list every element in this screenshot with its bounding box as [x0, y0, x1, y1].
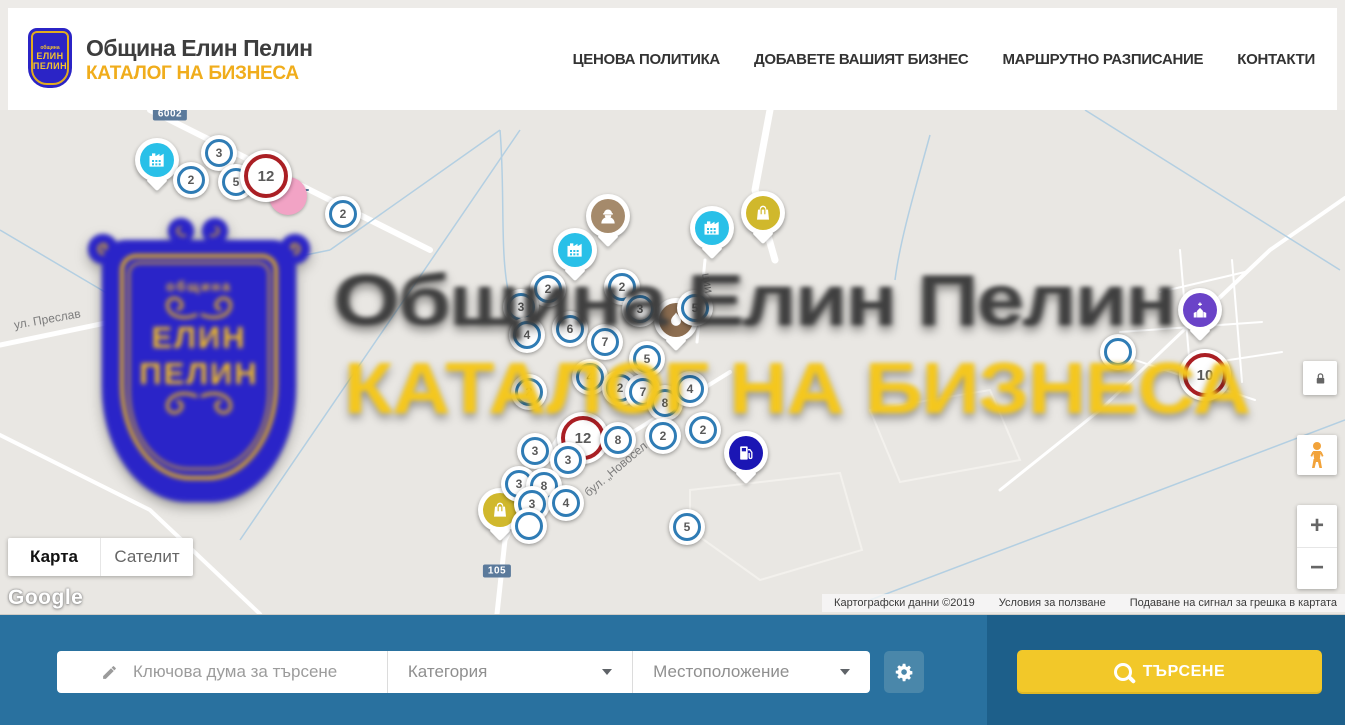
- nav-contacts[interactable]: КОНТАКТИ: [1237, 51, 1315, 68]
- cluster-marker[interactable]: 6: [552, 311, 588, 347]
- factory-icon: [702, 218, 722, 238]
- zoom-control: + −: [1297, 505, 1337, 589]
- cluster-marker[interactable]: 7: [587, 324, 623, 360]
- logo-line2: ПЕЛИН: [33, 62, 67, 71]
- search-fields-group: Категория Местоположение: [57, 651, 870, 693]
- nav-route-schedule[interactable]: МАРШРУТНО РАЗПИСАНИЕ: [1002, 51, 1203, 68]
- map-type-satellite-button[interactable]: Сателит: [100, 538, 193, 576]
- attribution-copyright: Картографски данни ©2019: [834, 597, 975, 609]
- search-icon: [1114, 663, 1132, 681]
- cluster-marker[interactable]: 2: [685, 412, 721, 448]
- lock-button[interactable]: [1303, 361, 1337, 395]
- cluster-marker[interactable]: 2: [325, 196, 361, 232]
- cluster-marker[interactable]: 4: [509, 317, 545, 353]
- pegman-icon: [1305, 441, 1329, 469]
- cluster-marker[interactable]: 3: [622, 291, 658, 327]
- church-icon: [1190, 300, 1210, 320]
- map-pin-fuel[interactable]: [724, 431, 768, 475]
- zoom-out-button[interactable]: −: [1297, 547, 1337, 590]
- search-button[interactable]: ТЪРСЕНЕ: [1017, 650, 1322, 694]
- map-pin-bag[interactable]: [741, 191, 785, 235]
- lock-icon: [1313, 371, 1328, 386]
- road-number-badge: 105: [483, 565, 511, 578]
- factory-icon: [147, 150, 167, 170]
- cluster-marker[interactable]: 5: [677, 290, 713, 326]
- cluster-marker[interactable]: 3: [517, 433, 553, 469]
- header: община ЕЛИН ПЕЛИН Община Елин Пелин КАТА…: [8, 8, 1337, 111]
- logo-top-text: община: [40, 46, 59, 51]
- pencil-icon: [101, 664, 118, 681]
- attribution-terms-link[interactable]: Условия за ползване: [999, 597, 1106, 609]
- map[interactable]: 6002105ул. Преславбул. „Новоселции325122…: [0, 110, 1345, 614]
- category-select-label: Категория: [408, 662, 487, 682]
- category-select[interactable]: Категория: [388, 651, 633, 693]
- search-bar: Категория Местоположение ТЪРСЕНЕ: [0, 614, 1345, 725]
- location-select-label: Местоположение: [653, 662, 789, 682]
- map-attribution: Картографски данни ©2019 Условия за полз…: [822, 594, 1345, 612]
- map-type-control: Карта Сателит: [8, 538, 193, 576]
- cluster-marker[interactable]: 2: [645, 418, 681, 454]
- chevron-down-icon: [840, 669, 850, 675]
- logo-line1: ЕЛИН: [36, 52, 63, 61]
- fuel-icon: [736, 443, 756, 463]
- cluster-marker[interactable]: 4: [672, 371, 708, 407]
- bag-icon: [490, 500, 510, 520]
- gear-icon: [894, 662, 915, 683]
- road-number-badge: 6002: [153, 110, 187, 121]
- cluster-marker[interactable]: 2: [173, 162, 209, 198]
- keyword-field[interactable]: [57, 651, 388, 693]
- map-pin-factory[interactable]: [553, 228, 597, 272]
- zoom-in-button[interactable]: +: [1297, 505, 1337, 547]
- cluster-marker[interactable]: 4: [548, 485, 584, 521]
- municipality-logo[interactable]: община ЕЛИН ПЕЛИН: [28, 28, 72, 88]
- cluster-marker[interactable]: [511, 508, 547, 544]
- page: община ЕЛИН ПЕЛИН Община Елин Пелин КАТА…: [0, 0, 1345, 725]
- bag-icon: [753, 203, 773, 223]
- street-view-pegman-button[interactable]: [1297, 435, 1337, 475]
- cluster-marker[interactable]: 12: [240, 150, 292, 202]
- cluster-marker[interactable]: 8: [600, 422, 636, 458]
- cluster-marker[interactable]: 5: [669, 509, 705, 545]
- google-logo[interactable]: Google: [8, 586, 83, 610]
- map-pin-church[interactable]: [1178, 288, 1222, 332]
- search-button-label: ТЪРСЕНЕ: [1143, 663, 1226, 681]
- keyword-input[interactable]: [131, 661, 350, 683]
- chevron-down-icon: [602, 669, 612, 675]
- location-select[interactable]: Местоположение: [633, 651, 870, 693]
- nav-pricing-policy[interactable]: ЦЕНОВА ПОЛИТИКА: [573, 51, 720, 68]
- worker-icon: [598, 206, 618, 226]
- map-pin-factory[interactable]: [690, 206, 734, 250]
- site-subtitle: КАТАЛОГ НА БИЗНЕСА: [86, 63, 299, 85]
- cluster-marker[interactable]: 5: [629, 341, 665, 377]
- nav-add-your-business[interactable]: ДОБАВЕТЕ ВАШИЯТ БИЗНЕС: [754, 51, 968, 68]
- cluster-marker[interactable]: 10: [1179, 349, 1231, 401]
- cluster-marker[interactable]: [1100, 334, 1136, 370]
- cluster-marker[interactable]: 2: [511, 374, 547, 410]
- attribution-report-error-link[interactable]: Подаване на сигнал за грешка в картата: [1130, 597, 1337, 609]
- factory-icon: [565, 240, 585, 260]
- map-pin-worker[interactable]: [586, 194, 630, 238]
- site-title: Община Елин Пелин: [86, 35, 313, 62]
- map-type-map-button[interactable]: Карта: [8, 538, 100, 576]
- main-nav: ЦЕНОВА ПОЛИТИКА ДОБАВЕТЕ ВАШИЯТ БИЗНЕС М…: [573, 8, 1315, 110]
- advanced-settings-button[interactable]: [884, 651, 924, 693]
